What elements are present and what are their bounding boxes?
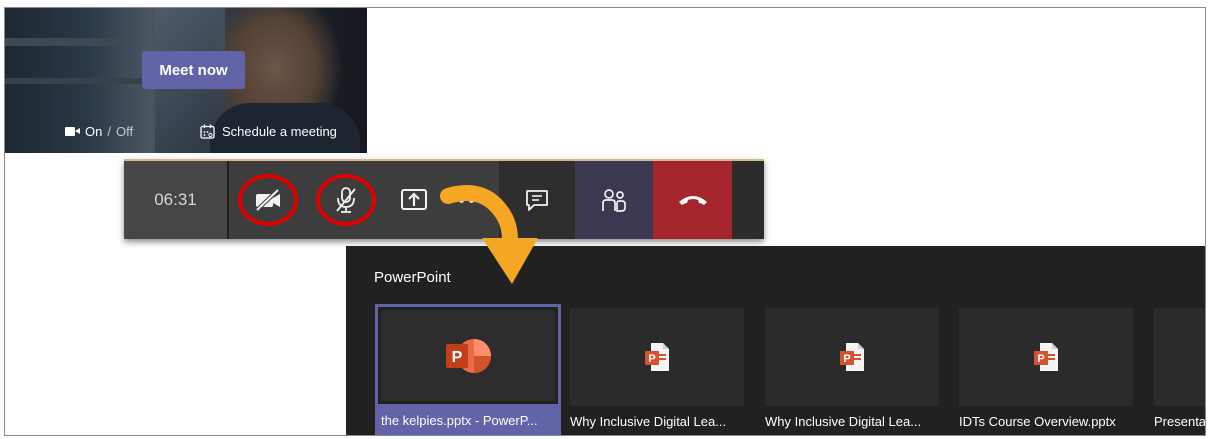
phone-hangup-icon	[678, 196, 707, 205]
file-thumbnail: P	[765, 308, 939, 406]
schedule-meeting-label: Schedule a meeting	[222, 123, 337, 139]
file-name: IDTs Course Overview.pptx	[959, 414, 1116, 429]
video-preview: Meet now On / Off Schedule a meeting	[5, 8, 367, 153]
file-thumbnail: P	[570, 308, 744, 406]
annotation-arrow	[440, 185, 538, 284]
hang-up-button[interactable]	[653, 161, 732, 239]
file-tile[interactable]: P IDTs Course Overview.pptx	[959, 308, 1133, 436]
pptx-file-icon: P	[645, 343, 669, 371]
svg-text:P: P	[648, 353, 655, 365]
svg-text:P: P	[1037, 353, 1044, 365]
participants-button[interactable]	[575, 161, 653, 239]
video-on-label: On	[85, 123, 103, 139]
video-toggle[interactable]: On / Off	[65, 122, 133, 140]
powerpoint-logo-icon: P	[446, 338, 491, 373]
file-tile[interactable]: Presenta	[1154, 308, 1206, 436]
camera-toggle-button[interactable]	[229, 161, 307, 239]
video-camera-icon	[65, 126, 80, 137]
svg-text:P: P	[843, 353, 850, 365]
file-name: Presenta	[1154, 414, 1206, 429]
file-thumbnail: P	[959, 308, 1133, 406]
share-tray-icon	[401, 189, 427, 210]
svg-text:P: P	[452, 349, 463, 366]
video-off-label: Off	[115, 123, 134, 139]
file-tile[interactable]: P the kelpies.pptx - PowerP...	[375, 304, 561, 436]
file-thumbnail: P	[381, 310, 555, 401]
file-name: Why Inclusive Digital Lea...	[765, 414, 922, 429]
file-name: the kelpies.pptx - PowerP...	[375, 404, 561, 436]
people-icon	[602, 189, 626, 212]
file-thumbnail	[1154, 308, 1206, 406]
calendar-icon	[200, 124, 215, 139]
meet-now-button[interactable]: Meet now	[142, 51, 245, 89]
file-name: Why Inclusive Digital Lea...	[570, 414, 727, 429]
call-timer: 06:31	[124, 161, 229, 239]
pptx-file-icon: P	[840, 343, 864, 371]
pptx-file-icon: P	[1034, 343, 1058, 371]
file-tile[interactable]: P Why Inclusive Digital Lea...	[765, 308, 939, 436]
annotation-circle	[238, 174, 298, 226]
annotation-circle	[316, 174, 376, 226]
video-toggle-separator: /	[107, 123, 111, 139]
mic-toggle-button[interactable]	[307, 161, 385, 239]
file-tile[interactable]: P Why Inclusive Digital Lea...	[570, 308, 744, 436]
schedule-meeting-link[interactable]: Schedule a meeting	[200, 121, 337, 141]
